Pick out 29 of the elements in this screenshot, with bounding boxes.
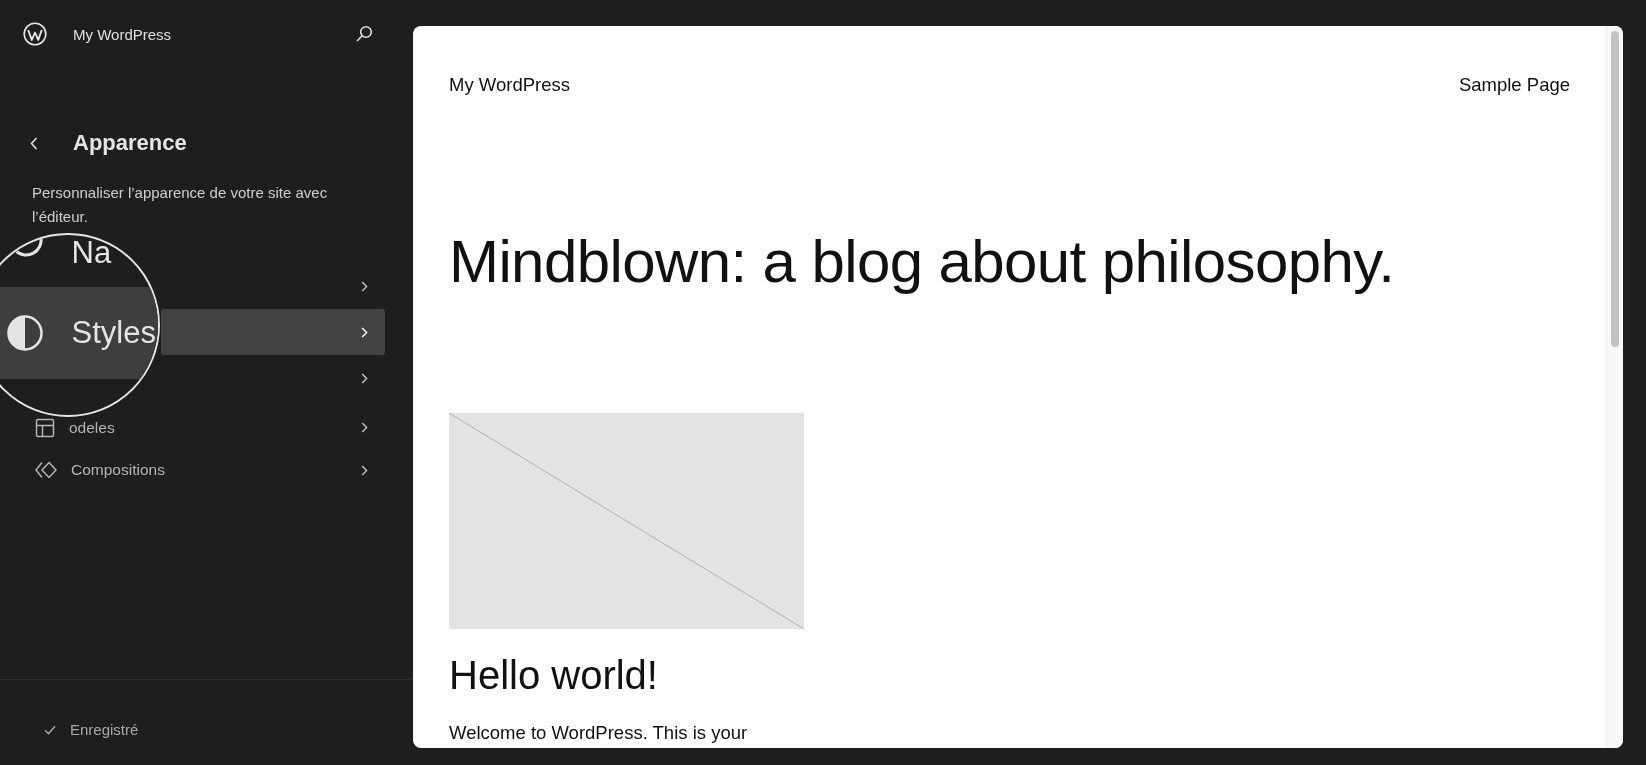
preview-site-title[interactable]: My WordPress [449,73,570,96]
post-excerpt: Welcome to WordPress. This is your [449,721,749,744]
chevron-left-icon [30,136,38,150]
contrast-icon [6,314,43,351]
chevron-right-icon [361,464,368,476]
chevron-right-icon [361,280,368,292]
chevron-right-icon [361,372,368,384]
logo-icon[interactable] [23,22,47,46]
chevron-right-icon [361,422,368,433]
section-description: Personnaliser l’apparence de votre site avec l’éditeur. [32,183,329,227]
magnified-label: Styles [71,317,156,348]
magnified-label: Na [71,236,112,268]
site-title: My WordPress [73,25,172,43]
arc-icon [14,236,43,259]
diamonds-icon [35,460,57,480]
magnified-nav-item[interactable]: Styles [0,286,158,379]
site-tagline: Mindblown: a blog about philosophy. [449,227,1396,297]
section-title: Apparence [73,130,187,156]
save-status: Enregistré [70,720,139,740]
post-title[interactable]: Hello world! [449,651,1570,699]
search-icon [355,25,373,43]
layout-icon [35,417,55,438]
chevron-right-icon [361,326,368,338]
nav-item[interactable]: Compositions [16,447,385,493]
nav-item[interactable]: odeles [16,418,385,447]
nav-item[interactable] [161,309,385,355]
scrollbar-thumb[interactable] [1611,31,1619,347]
check-icon [44,725,56,735]
nav-link[interactable]: Sample Page [1458,73,1570,96]
